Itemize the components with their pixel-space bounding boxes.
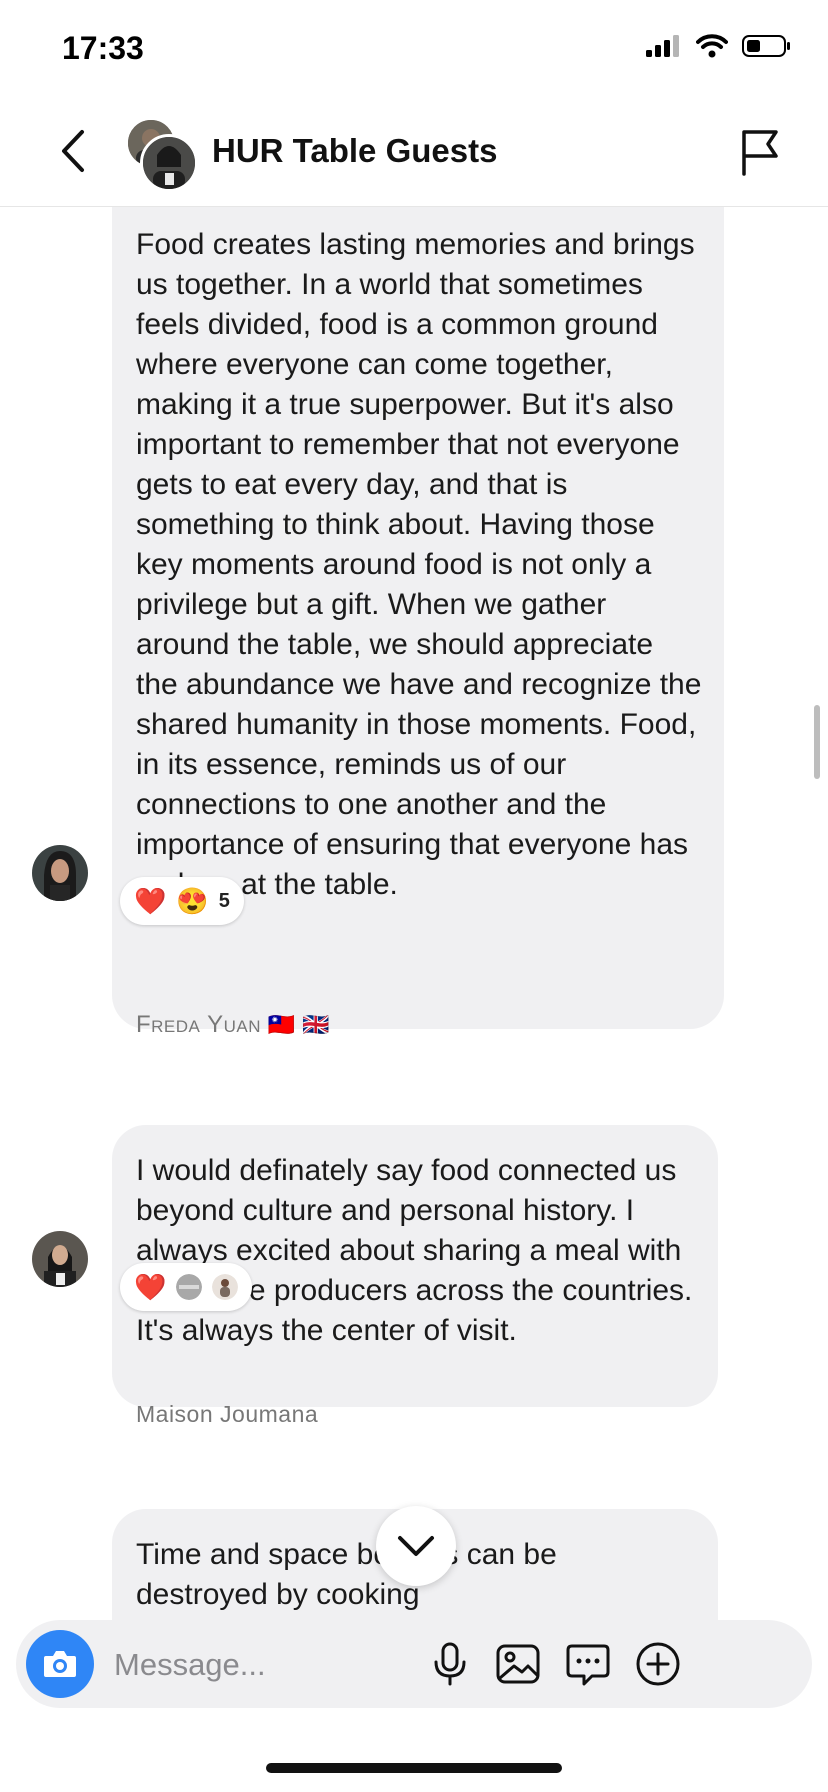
sender-flags: 🇹🇼 🇬🇧 xyxy=(267,1012,331,1037)
message-text: I would definately say food connected us… xyxy=(136,1154,693,1347)
message-text: Time and space borders can be destroyed … xyxy=(136,1538,557,1611)
status-bar: 17:33 xyxy=(0,0,828,100)
sender-name: Maison Joumana xyxy=(136,1401,319,1427)
avatar xyxy=(140,134,198,192)
scrollbar[interactable] xyxy=(814,705,820,779)
gallery-icon[interactable] xyxy=(494,1640,542,1688)
reaction-heart-icon: ❤️ xyxy=(134,1271,167,1302)
message-list[interactable]: Food creates lasting memories and brings… xyxy=(0,207,828,1620)
chevron-down-icon xyxy=(398,1536,434,1556)
status-time: 17:33 xyxy=(62,30,144,66)
sender-name-row: Freda Yuan 🇹🇼 🇬🇧 xyxy=(136,1011,330,1039)
add-icon[interactable] xyxy=(634,1640,682,1688)
microphone-icon[interactable] xyxy=(426,1640,474,1688)
back-button[interactable] xyxy=(54,126,94,176)
camera-icon xyxy=(44,1651,76,1677)
battery-icon xyxy=(742,35,790,57)
home-indicator xyxy=(266,1763,562,1773)
sticker-chat-icon[interactable] xyxy=(564,1640,612,1688)
status-icons xyxy=(646,34,792,58)
sender-name: Freda Yuan xyxy=(136,1011,262,1038)
message-reactions[interactable]: ❤️ xyxy=(120,1263,253,1311)
chat-title[interactable]: HUR Table Guests xyxy=(212,132,497,170)
message-text: Food creates lasting memories and brings… xyxy=(136,228,702,901)
wifi-icon xyxy=(696,34,728,58)
sender-avatar[interactable] xyxy=(32,1231,88,1287)
reaction-heart-icon: ❤️ xyxy=(134,885,167,916)
message-input[interactable] xyxy=(112,1634,476,1696)
reaction-heart-eyes-icon: 😍 xyxy=(176,885,209,916)
sender-name-row: Maison Joumana xyxy=(136,1401,318,1428)
chevron-left-icon xyxy=(62,130,84,172)
reaction-count: 5 xyxy=(218,889,230,912)
chat-header: HUR Table Guests xyxy=(0,100,828,207)
group-avatar[interactable] xyxy=(126,118,198,192)
scroll-to-bottom-button[interactable] xyxy=(376,1506,456,1586)
message-composer xyxy=(16,1620,812,1708)
report-flag-button[interactable] xyxy=(738,128,782,176)
reactor-avatar xyxy=(212,1274,239,1300)
cellular-signal-icon xyxy=(646,35,679,57)
flag-icon xyxy=(742,130,778,176)
sender-avatar[interactable] xyxy=(32,845,88,901)
message-reactions[interactable]: ❤️ 😍 5 xyxy=(120,877,244,925)
reactor-avatar xyxy=(176,1274,203,1300)
camera-button[interactable] xyxy=(26,1630,94,1698)
